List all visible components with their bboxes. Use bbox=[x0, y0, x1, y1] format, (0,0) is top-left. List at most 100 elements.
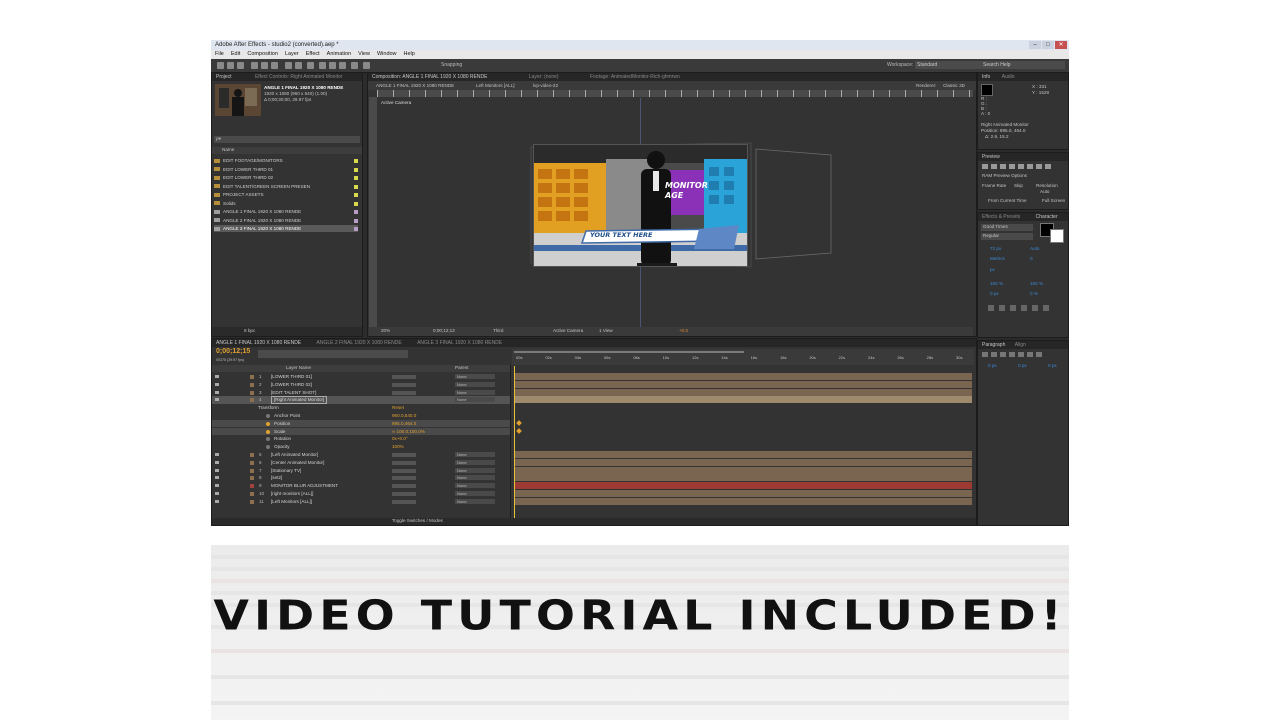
column-name[interactable]: Name bbox=[222, 147, 234, 153]
layer-name[interactable]: [LOWER THIRD 01] bbox=[271, 373, 312, 381]
subscript-icon[interactable] bbox=[1043, 305, 1049, 311]
stopwatch-icon[interactable] bbox=[266, 437, 270, 442]
layer-name[interactable]: [Left Animated Monitor] bbox=[271, 451, 318, 459]
visibility-eye-icon[interactable] bbox=[215, 484, 219, 488]
layer-name[interactable]: [LOWER THIRD 02] bbox=[271, 381, 312, 389]
parent-select[interactable]: None bbox=[455, 389, 495, 395]
puppet-tool-icon[interactable] bbox=[363, 62, 370, 69]
indent-first-value[interactable]: 0 px bbox=[1048, 363, 1057, 369]
type-tool-icon[interactable] bbox=[307, 62, 314, 69]
parent-select[interactable]: None bbox=[455, 374, 495, 379]
layer-name[interactable]: [Stationary TV] bbox=[271, 467, 301, 475]
composition-viewer[interactable]: MONITOR AGE YOUR TEXT HERE bbox=[533, 144, 748, 267]
superscript-icon[interactable] bbox=[1032, 305, 1038, 311]
parent-select[interactable]: None bbox=[455, 498, 495, 504]
breadcrumb-item-1[interactable]: ANGLE 1 FINAL 1920 X 1080 RENDE bbox=[376, 83, 454, 89]
tab-timeline-angle2[interactable]: ANGLE 2 FINAL 1920 X 1080 RENDE bbox=[317, 340, 402, 346]
menu-window[interactable]: Window bbox=[377, 50, 397, 59]
tab-effects-presets[interactable]: Effects & Presets bbox=[982, 214, 1020, 220]
label-color-swatch[interactable] bbox=[354, 167, 358, 172]
property-value[interactable]: 100% bbox=[392, 443, 404, 451]
project-folder-item[interactable]: EDIT LOWER THIRD 02 bbox=[214, 174, 358, 181]
label-color-swatch[interactable] bbox=[354, 210, 358, 214]
tab-preview[interactable]: Preview bbox=[982, 154, 1000, 160]
from-current-time-checkbox[interactable]: From Current Time bbox=[988, 198, 1027, 204]
tab-footage[interactable]: Footage: AnimatedMonitor-Rich-ghmrwn bbox=[590, 74, 680, 80]
clone-tool-icon[interactable] bbox=[329, 62, 336, 69]
parent-select[interactable]: None bbox=[455, 459, 495, 465]
layer-label-color[interactable] bbox=[250, 382, 254, 387]
menu-edit[interactable]: Edit bbox=[231, 50, 240, 59]
camera-tool-icon[interactable] bbox=[261, 62, 268, 69]
breadcrumb-item-2[interactable]: Left Monitors [ALL] bbox=[476, 83, 515, 89]
layer-duration-bar[interactable] bbox=[514, 388, 972, 396]
layer-label-color[interactable] bbox=[250, 453, 254, 457]
property-value[interactable]: 960.0,540.0 bbox=[392, 412, 416, 420]
layer-duration-bar[interactable] bbox=[514, 373, 972, 380]
stopwatch-icon[interactable] bbox=[266, 445, 270, 450]
font-style-select[interactable]: Regular bbox=[981, 233, 1033, 240]
keyframe-marker[interactable] bbox=[516, 428, 522, 434]
layer-row[interactable]: 1 [LOWER THIRD 01] None bbox=[212, 373, 510, 381]
align-left-icon[interactable] bbox=[982, 352, 988, 357]
ram-preview-options[interactable]: RAM Preview Options bbox=[982, 173, 1027, 179]
layer-label-color[interactable] bbox=[250, 375, 254, 379]
transform-group[interactable]: Transform Reset bbox=[212, 404, 510, 412]
layer-duration-bar[interactable] bbox=[514, 482, 972, 490]
layer-label-color[interactable] bbox=[250, 499, 254, 504]
project-folder-item[interactable]: PROJECT ASSETS bbox=[214, 191, 358, 198]
font-family-select[interactable]: Good Times bbox=[981, 224, 1033, 231]
tracking-value[interactable]: 0 bbox=[1030, 256, 1033, 262]
menu-composition[interactable]: Composition bbox=[247, 50, 278, 59]
visibility-eye-icon[interactable] bbox=[215, 499, 219, 503]
project-folder-item[interactable]: Solids bbox=[214, 200, 358, 207]
layer-duration-bar[interactable] bbox=[514, 474, 972, 482]
resolution-select[interactable]: Third bbox=[493, 328, 503, 334]
selection-tool-icon[interactable] bbox=[217, 62, 224, 69]
project-comp-item[interactable]: ANGLE 3 FINAL 1920 X 1080 RENDE bbox=[214, 225, 358, 232]
column-layer-name[interactable]: Layer Name bbox=[286, 365, 311, 371]
magnification-select[interactable]: 20% bbox=[381, 328, 390, 334]
property-value[interactable]: ∞ 100.0,100.0% bbox=[392, 428, 425, 436]
layer-name[interactable]: [Center Animated Monitor] bbox=[271, 459, 324, 467]
justify-center-icon[interactable] bbox=[1018, 352, 1024, 357]
mask-tool-icon[interactable] bbox=[285, 62, 292, 69]
menu-help[interactable]: Help bbox=[404, 50, 415, 59]
layer-label-color[interactable] bbox=[250, 484, 254, 489]
layer-name[interactable]: [EDIT TALENT SHOT] bbox=[271, 389, 316, 397]
layer-row[interactable]: 7 [Stationary TV] None bbox=[212, 467, 510, 475]
tab-effect-controls[interactable]: Effect Controls: Right Animated Monitor bbox=[255, 74, 342, 80]
layer-switches[interactable] bbox=[392, 398, 416, 403]
vertical-scale-value[interactable]: 100 % bbox=[990, 281, 1003, 287]
stopwatch-icon[interactable] bbox=[266, 429, 270, 434]
mute-icon[interactable] bbox=[1027, 164, 1033, 169]
stopwatch-icon[interactable] bbox=[266, 421, 270, 426]
parent-select[interactable]: None bbox=[455, 475, 495, 481]
align-right-icon[interactable] bbox=[1000, 352, 1006, 357]
layer-duration-bar[interactable] bbox=[514, 458, 972, 466]
label-color-swatch[interactable] bbox=[354, 184, 358, 189]
pan-behind-tool-icon[interactable] bbox=[271, 62, 278, 69]
parent-select[interactable]: None bbox=[455, 491, 495, 496]
layer-row[interactable]: 4 [Right Animated Monitor] None bbox=[212, 396, 510, 404]
loop-icon[interactable] bbox=[1036, 164, 1042, 169]
tab-composition[interactable]: Composition: ANGLE 1 FINAL 1920 X 1080 R… bbox=[372, 74, 487, 80]
breadcrumb-item-3[interactable]: lvp-video-22 bbox=[533, 83, 558, 89]
minimize-button[interactable]: – bbox=[1029, 41, 1041, 49]
justify-all-icon[interactable] bbox=[1036, 352, 1042, 357]
layer-label-color[interactable] bbox=[250, 390, 254, 395]
faux-bold-icon[interactable] bbox=[988, 305, 994, 311]
full-screen-checkbox[interactable]: Full Screen bbox=[1042, 198, 1065, 204]
tsume-value[interactable]: 0 % bbox=[1030, 291, 1038, 297]
tab-timeline-angle3[interactable]: ANGLE 3 FINAL 1920 X 1080 RENDE bbox=[417, 340, 502, 346]
layer-label-color[interactable] bbox=[250, 398, 254, 403]
transform-property-row[interactable]: Rotation 0x+0.0° bbox=[212, 435, 510, 443]
menu-view[interactable]: View bbox=[358, 50, 370, 59]
transform-property-row[interactable]: Position 895.0,464.0 bbox=[212, 419, 510, 428]
parent-select[interactable]: None bbox=[455, 467, 495, 473]
menu-file[interactable]: File bbox=[215, 50, 224, 59]
stroke-width-value[interactable]: px bbox=[990, 267, 995, 273]
project-comp-item[interactable]: ANGLE 1 FINAL 1920 X 1080 RENDE bbox=[214, 208, 358, 215]
current-time-display[interactable]: 0;00;12;13 bbox=[433, 328, 455, 334]
tab-info[interactable]: Info bbox=[982, 74, 990, 80]
